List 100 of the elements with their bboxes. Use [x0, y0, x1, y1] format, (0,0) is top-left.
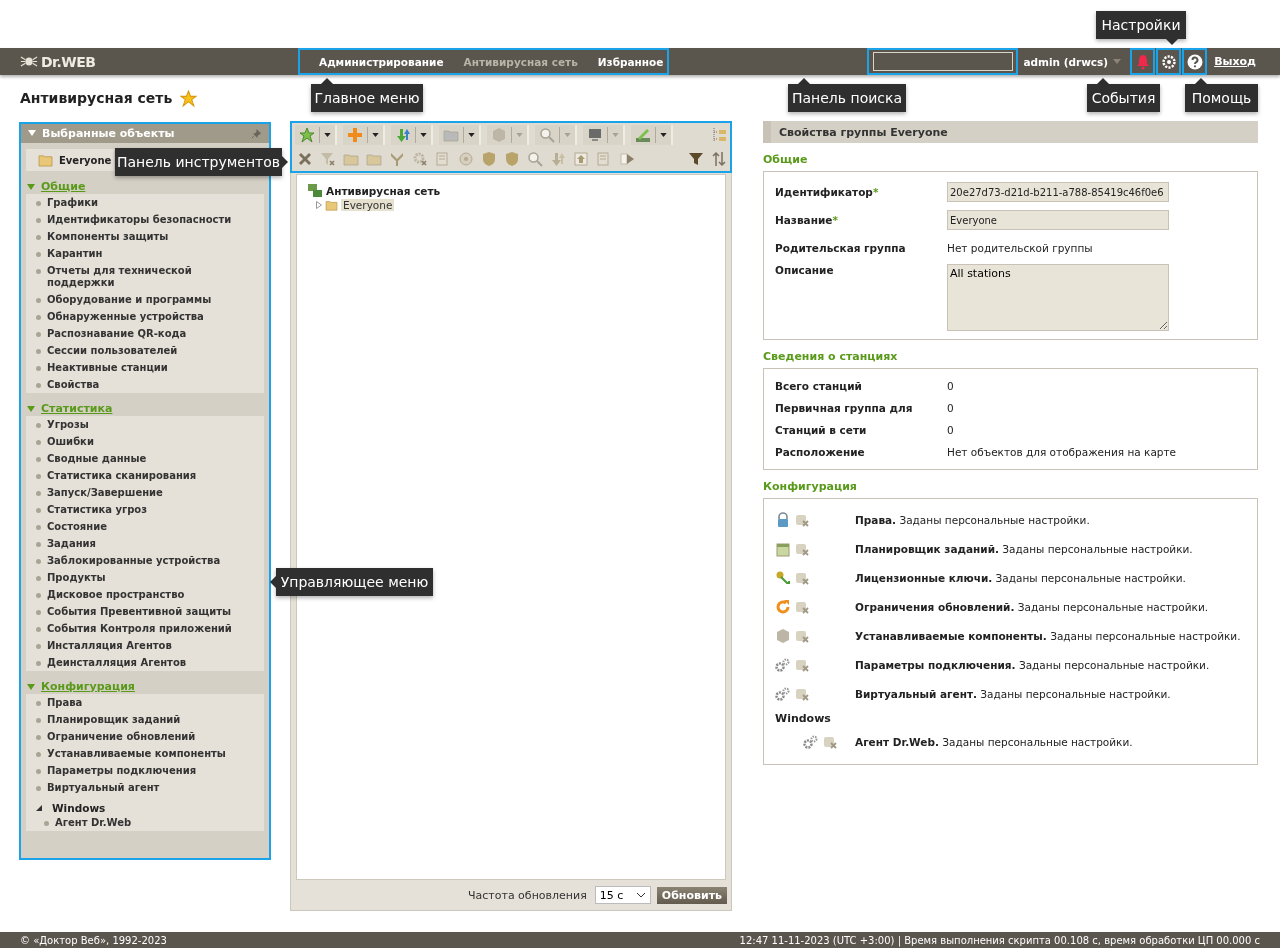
upload-icon[interactable] [573, 151, 589, 167]
bullet-icon [36, 235, 41, 240]
calendar-icon[interactable] [775, 540, 791, 557]
setting-status: Параметры подключения. Заданы персональные настройки. [855, 658, 1210, 671]
tree-node[interactable]: Everyone [341, 199, 395, 211]
field-value: 0 [947, 380, 954, 392]
menu-item[interactable]: Деинсталляция Агентов [47, 657, 260, 669]
star-icon[interactable] [299, 127, 315, 143]
selected-object[interactable]: Everyone [26, 149, 114, 171]
menu-item[interactable]: События Контроля приложений [47, 623, 260, 635]
expand-icon[interactable] [36, 805, 42, 811]
menu-item[interactable]: Дисковое пространство [47, 589, 260, 601]
magnifier-icon[interactable] [539, 127, 555, 143]
magnifier-icon[interactable] [527, 151, 543, 167]
bullet-icon [36, 735, 41, 740]
bullet-icon [36, 769, 41, 774]
menu-item[interactable]: Ошибки [47, 436, 260, 448]
gear-icon[interactable] [412, 151, 428, 167]
panel-title: Выбранные объекты [42, 126, 175, 140]
shield-icon[interactable] [504, 151, 520, 167]
description-field[interactable]: All stations [947, 264, 1169, 331]
filter-icon[interactable] [688, 151, 704, 167]
disc-icon[interactable] [458, 151, 474, 167]
cube-icon[interactable] [775, 627, 791, 644]
menu-item[interactable]: Сессии пользователей [47, 345, 260, 357]
cube-icon[interactable] [491, 127, 507, 143]
cross-icon[interactable] [297, 151, 313, 167]
menu-item[interactable]: Распознавание QR-кода [47, 328, 260, 340]
tree-icon[interactable] [711, 127, 727, 143]
menu-item[interactable]: Карантин [47, 248, 260, 260]
menu-item[interactable]: События Превентивной защиты [47, 606, 260, 618]
menu-item[interactable]: Виртуальный агент [47, 782, 260, 794]
shield-icon[interactable] [481, 151, 497, 167]
logout-link[interactable]: Выход [1214, 55, 1256, 68]
bullet-icon [44, 821, 49, 826]
search-field[interactable] [872, 52, 1013, 71]
collapse-icon[interactable] [28, 130, 36, 136]
dropdown-caret-icon[interactable] [660, 133, 667, 137]
bullet-icon [36, 627, 41, 632]
menu-item[interactable]: Инсталляция Агентов [47, 640, 260, 652]
menu-tab[interactable]: Антивирусная сеть [463, 55, 578, 68]
refresh-button[interactable]: Обновить [656, 886, 727, 904]
pencil-icon[interactable] [635, 127, 651, 143]
menu-item[interactable]: Статистика сканирования [47, 470, 260, 482]
field-label: Станций в сети [775, 424, 868, 436]
arrows-icon[interactable] [550, 151, 566, 167]
lock-icon[interactable] [775, 511, 791, 528]
pin-icon[interactable] [251, 127, 262, 139]
chevron-icon [635, 892, 646, 898]
menu-item[interactable]: Неактивные станции [47, 362, 260, 374]
dropdown-caret-icon[interactable] [420, 133, 427, 137]
menu-item[interactable]: Статистика угроз [47, 504, 260, 516]
dropdown-caret-icon[interactable] [372, 133, 379, 137]
menu-item[interactable]: Заблокированные устройства [47, 555, 260, 567]
play-icon[interactable] [619, 151, 635, 167]
tree-node[interactable]: Антивирусная сеть [326, 185, 441, 197]
menu-item[interactable]: Агент Dr.Web [55, 817, 260, 829]
menu-item[interactable]: Параметры подключения [47, 765, 260, 777]
sort-icon[interactable] [711, 151, 727, 167]
menu-item[interactable]: Графики [47, 197, 260, 209]
menu-item[interactable]: Состояние [47, 521, 260, 533]
merge-icon[interactable] [389, 151, 405, 167]
user-menu[interactable]: admin (drwcs) [1023, 55, 1122, 68]
menu-item[interactable]: Продукты [47, 572, 260, 584]
input-field[interactable]: Everyone [947, 210, 1169, 230]
arrows-icon[interactable] [395, 127, 411, 143]
menu-item[interactable]: Ограничение обновлений [47, 731, 260, 743]
star-icon[interactable] [180, 89, 198, 107]
funnel-icon[interactable] [320, 151, 336, 167]
menu-item[interactable]: Задания [47, 538, 260, 550]
menu-item[interactable]: Отчеты для технической поддержки [47, 265, 260, 289]
plus-icon[interactable] [347, 127, 363, 143]
input-field[interactable]: 20e27d73-d21d-b211-a788-85419c46f0e6 [947, 182, 1169, 202]
dropdown-caret-icon[interactable] [324, 133, 331, 137]
folder-icon[interactable] [343, 151, 359, 167]
menu-item[interactable]: Идентификаторы безопасности [47, 214, 260, 226]
menu-item[interactable]: Оборудование и программы [47, 294, 260, 306]
folder-icon[interactable] [366, 151, 382, 167]
refresh-rate-select[interactable]: 15 с [594, 886, 651, 904]
menu-item[interactable]: Запуск/Завершение [47, 487, 260, 499]
monitor-icon[interactable] [587, 127, 603, 143]
group-title[interactable]: Windows [52, 802, 106, 814]
menu-item[interactable]: Устанавливаемые компоненты [47, 748, 260, 760]
help-button[interactable] [1182, 48, 1208, 75]
menu-item[interactable]: Обнаруженные устройства [47, 311, 260, 323]
refresh-icon[interactable] [775, 598, 791, 615]
dropdown-caret-icon[interactable] [468, 133, 475, 137]
settings-button[interactable] [1156, 48, 1182, 75]
menu-item[interactable]: Угрозы [47, 419, 260, 431]
menu-item[interactable]: Планировщик заданий [47, 714, 260, 726]
menu-item[interactable]: Права [47, 697, 260, 709]
folder-icon [325, 199, 338, 211]
tooltip-pointer [1097, 78, 1109, 84]
menu-item[interactable]: Свойства [47, 379, 260, 391]
folder-icon[interactable] [443, 127, 459, 143]
menu-tab[interactable]: Избранное [597, 55, 664, 68]
menu-tab[interactable]: Администрирование [319, 55, 444, 68]
bullet-icon [36, 559, 41, 564]
menu-item[interactable]: Сводные данные [47, 453, 260, 465]
menu-item[interactable]: Компоненты защиты [47, 231, 260, 243]
